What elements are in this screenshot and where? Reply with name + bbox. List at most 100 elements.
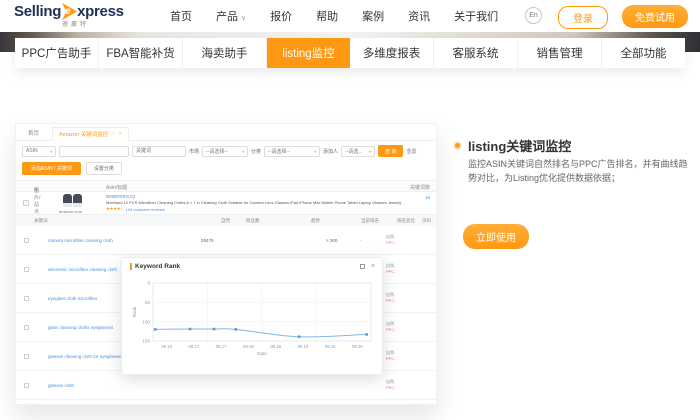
- main-nav: 首页 产品∨ 报价 帮助 案例 资讯 关于我们: [170, 0, 498, 32]
- rank-type-cell: 自然-PPC-: [386, 379, 396, 390]
- nav-item-products[interactable]: 产品∨: [216, 8, 246, 24]
- category-label: 分类: [251, 148, 261, 155]
- chevron-down-icon: ▾: [369, 149, 371, 154]
- add-asin-keyword-button[interactable]: 添加ASIN / 关键词: [22, 162, 81, 175]
- asin-input[interactable]: [59, 146, 129, 157]
- subcol-keyword: 关键词: [34, 218, 48, 224]
- subnav-item-reports[interactable]: 多维度报表: [350, 38, 434, 68]
- dashboard-tab-keyword-monitor[interactable]: Amazon 关键词监控 ☆ ×: [52, 127, 129, 141]
- rank-type-cell: 自然-PPC-: [386, 321, 396, 332]
- nav-item-help[interactable]: 帮助: [316, 8, 338, 24]
- subcol-page: 页码: [422, 218, 431, 224]
- logo-letter-e: e: [65, 6, 71, 17]
- row-checkbox[interactable]: [24, 354, 29, 359]
- star-icon[interactable]: ☆: [111, 131, 115, 137]
- subnav-item-sales[interactable]: 销售管理: [518, 38, 602, 68]
- product-info: B088PKRGJQ Mothland 12 PCS Microfiber Cl…: [106, 194, 410, 212]
- page: Selling e xpress 速赢特 首页 产品∨ 报价 帮助 案例 资讯 …: [0, 0, 700, 420]
- popup-header: Keyword Rank ×: [130, 263, 375, 270]
- dashboard-tab-home[interactable]: 首页: [22, 128, 45, 141]
- nav-item-home[interactable]: 首页: [170, 8, 192, 24]
- change-value: -: [360, 238, 362, 243]
- logo-text-selling: Selling: [14, 3, 61, 20]
- svg-text:50: 50: [145, 300, 151, 305]
- rank-type-cell: 自然-PPC-: [386, 263, 396, 274]
- market-label: 市场: [189, 148, 199, 155]
- subcol-current-rank: 当前排名: [361, 218, 379, 224]
- product-title: Mothland 12 PCS Microfiber Cleaning Clot…: [106, 200, 410, 205]
- close-icon[interactable]: ×: [119, 131, 122, 137]
- subnav-item-fba[interactable]: FBA智能补货: [99, 38, 183, 68]
- subcol-natural: 自然: [221, 218, 230, 224]
- subnav-item-service[interactable]: 客服系统: [434, 38, 518, 68]
- adder-label: 添加人: [323, 148, 338, 155]
- keyword-input[interactable]: [132, 146, 186, 157]
- action-bar: 添加ASIN / 关键词 设置分类: [22, 162, 122, 175]
- chevron-down-icon: ∨: [241, 15, 246, 22]
- close-icon[interactable]: ×: [371, 264, 375, 269]
- row-checkbox[interactable]: [24, 296, 29, 301]
- category-select[interactable]: --请选择--▾: [264, 146, 320, 157]
- keyword-link[interactable]: camera microfiber cleaning cloth: [48, 238, 113, 243]
- adder-select[interactable]: --请选..▾: [341, 146, 375, 157]
- col-asin-title: Asin/标题: [106, 184, 127, 191]
- asin-type-select[interactable]: ASIN▾: [22, 146, 56, 157]
- use-now-button[interactable]: 立即使用: [463, 224, 529, 249]
- keyword-link[interactable]: glasses cleaning cloth for eyeglasses: [48, 354, 122, 359]
- keyword-link[interactable]: glass cleaning cloths eyeglasses: [48, 325, 113, 330]
- svg-text:09.19: 09.19: [325, 344, 336, 349]
- svg-text:09.18: 09.18: [243, 344, 254, 349]
- svg-text:0: 0: [147, 281, 150, 286]
- feature-description: 监控ASIN关键词自然排名与PPC广告排名，并有曲线趋势对比，为Listing优…: [468, 158, 694, 186]
- row-checkbox[interactable]: [24, 325, 29, 330]
- dashboard-screenshot: 首页 Amazon 关键词监控 ☆ × ASIN▾ 市场 --请选择--▾ 分类…: [15, 123, 437, 405]
- keyword-rank-popup: Keyword Rank × 05010015009.1609.1709.170…: [121, 257, 383, 375]
- row-checkbox[interactable]: [24, 238, 29, 243]
- language-toggle[interactable]: En: [525, 7, 542, 24]
- nav-item-news[interactable]: 资讯: [408, 8, 430, 24]
- logo[interactable]: Selling e xpress 速赢特: [14, 3, 124, 28]
- reset-link[interactable]: 重置: [406, 148, 416, 155]
- chevron-down-icon: ▾: [50, 149, 52, 154]
- logo-arrow-icon: e: [62, 3, 77, 20]
- market-select[interactable]: --请选择--▾: [202, 146, 248, 157]
- keyword-link[interactable]: eyeglass cloth microfiber: [48, 296, 98, 301]
- dashboard-tabbar: 首页 Amazon 关键词监控 ☆ ×: [16, 127, 436, 141]
- expand-icon[interactable]: [360, 264, 365, 269]
- svg-text:09.19: 09.19: [297, 344, 308, 349]
- free-trial-button[interactable]: 免费试用: [622, 5, 688, 28]
- product-site: amazon.com: [59, 209, 82, 214]
- subnav-item-all[interactable]: 全部功能: [602, 38, 685, 68]
- keyword-link[interactable]: glasses cloth: [48, 383, 74, 388]
- subnav-item-haimai[interactable]: 海卖助手: [183, 38, 267, 68]
- nav-item-about[interactable]: 关于我们: [454, 8, 498, 24]
- product-asin-link[interactable]: B088PKRGJQ: [106, 194, 410, 199]
- subcol-products: 商品数: [246, 218, 260, 224]
- feature-bullet-icon: [455, 143, 460, 148]
- svg-text:09.17: 09.17: [188, 344, 199, 349]
- nav-item-cases[interactable]: 案例: [362, 8, 384, 24]
- col-keyword-count: 关键词数: [410, 184, 430, 191]
- set-category-button[interactable]: 设置分类: [86, 162, 122, 175]
- svg-text:Rank: Rank: [132, 306, 137, 317]
- nav-item-pricing[interactable]: 报价: [270, 8, 292, 24]
- row-checkbox[interactable]: [24, 267, 29, 272]
- rank-type-cell: 自然-PPC-: [386, 350, 396, 361]
- svg-text:150: 150: [142, 339, 150, 344]
- reviews-link[interactable]: 104 customer reviews: [126, 207, 165, 212]
- row-checkbox[interactable]: [24, 383, 29, 388]
- row-expander[interactable]: -: [23, 200, 29, 206]
- product-image: [63, 194, 82, 207]
- login-button[interactable]: 登录: [558, 6, 608, 29]
- keyword-link[interactable]: electronic microfiber cleaning cloth: [48, 267, 117, 272]
- svg-text:100: 100: [142, 319, 150, 324]
- table-row: glasses cloth 自然-PPC-: [16, 371, 436, 400]
- logo-text-xpress: xpress: [77, 3, 124, 20]
- subnav-item-ppc[interactable]: PPC广告助手: [15, 38, 99, 68]
- subnav-item-listing-monitor[interactable]: listing监控: [267, 38, 350, 68]
- keyword-rank-chart: 05010015009.1609.1709.1709.1809.1809.190…: [129, 277, 377, 371]
- product-row: - amazon.com B088PKRGJQ Mothland 12 PCS …: [16, 192, 436, 215]
- product-subnav: PPC广告助手 FBA智能补货 海卖助手 listing监控 多维度报表 客服系…: [15, 38, 685, 68]
- search-button[interactable]: 查 询: [378, 145, 403, 157]
- keyword-count-value[interactable]: 16: [425, 195, 430, 200]
